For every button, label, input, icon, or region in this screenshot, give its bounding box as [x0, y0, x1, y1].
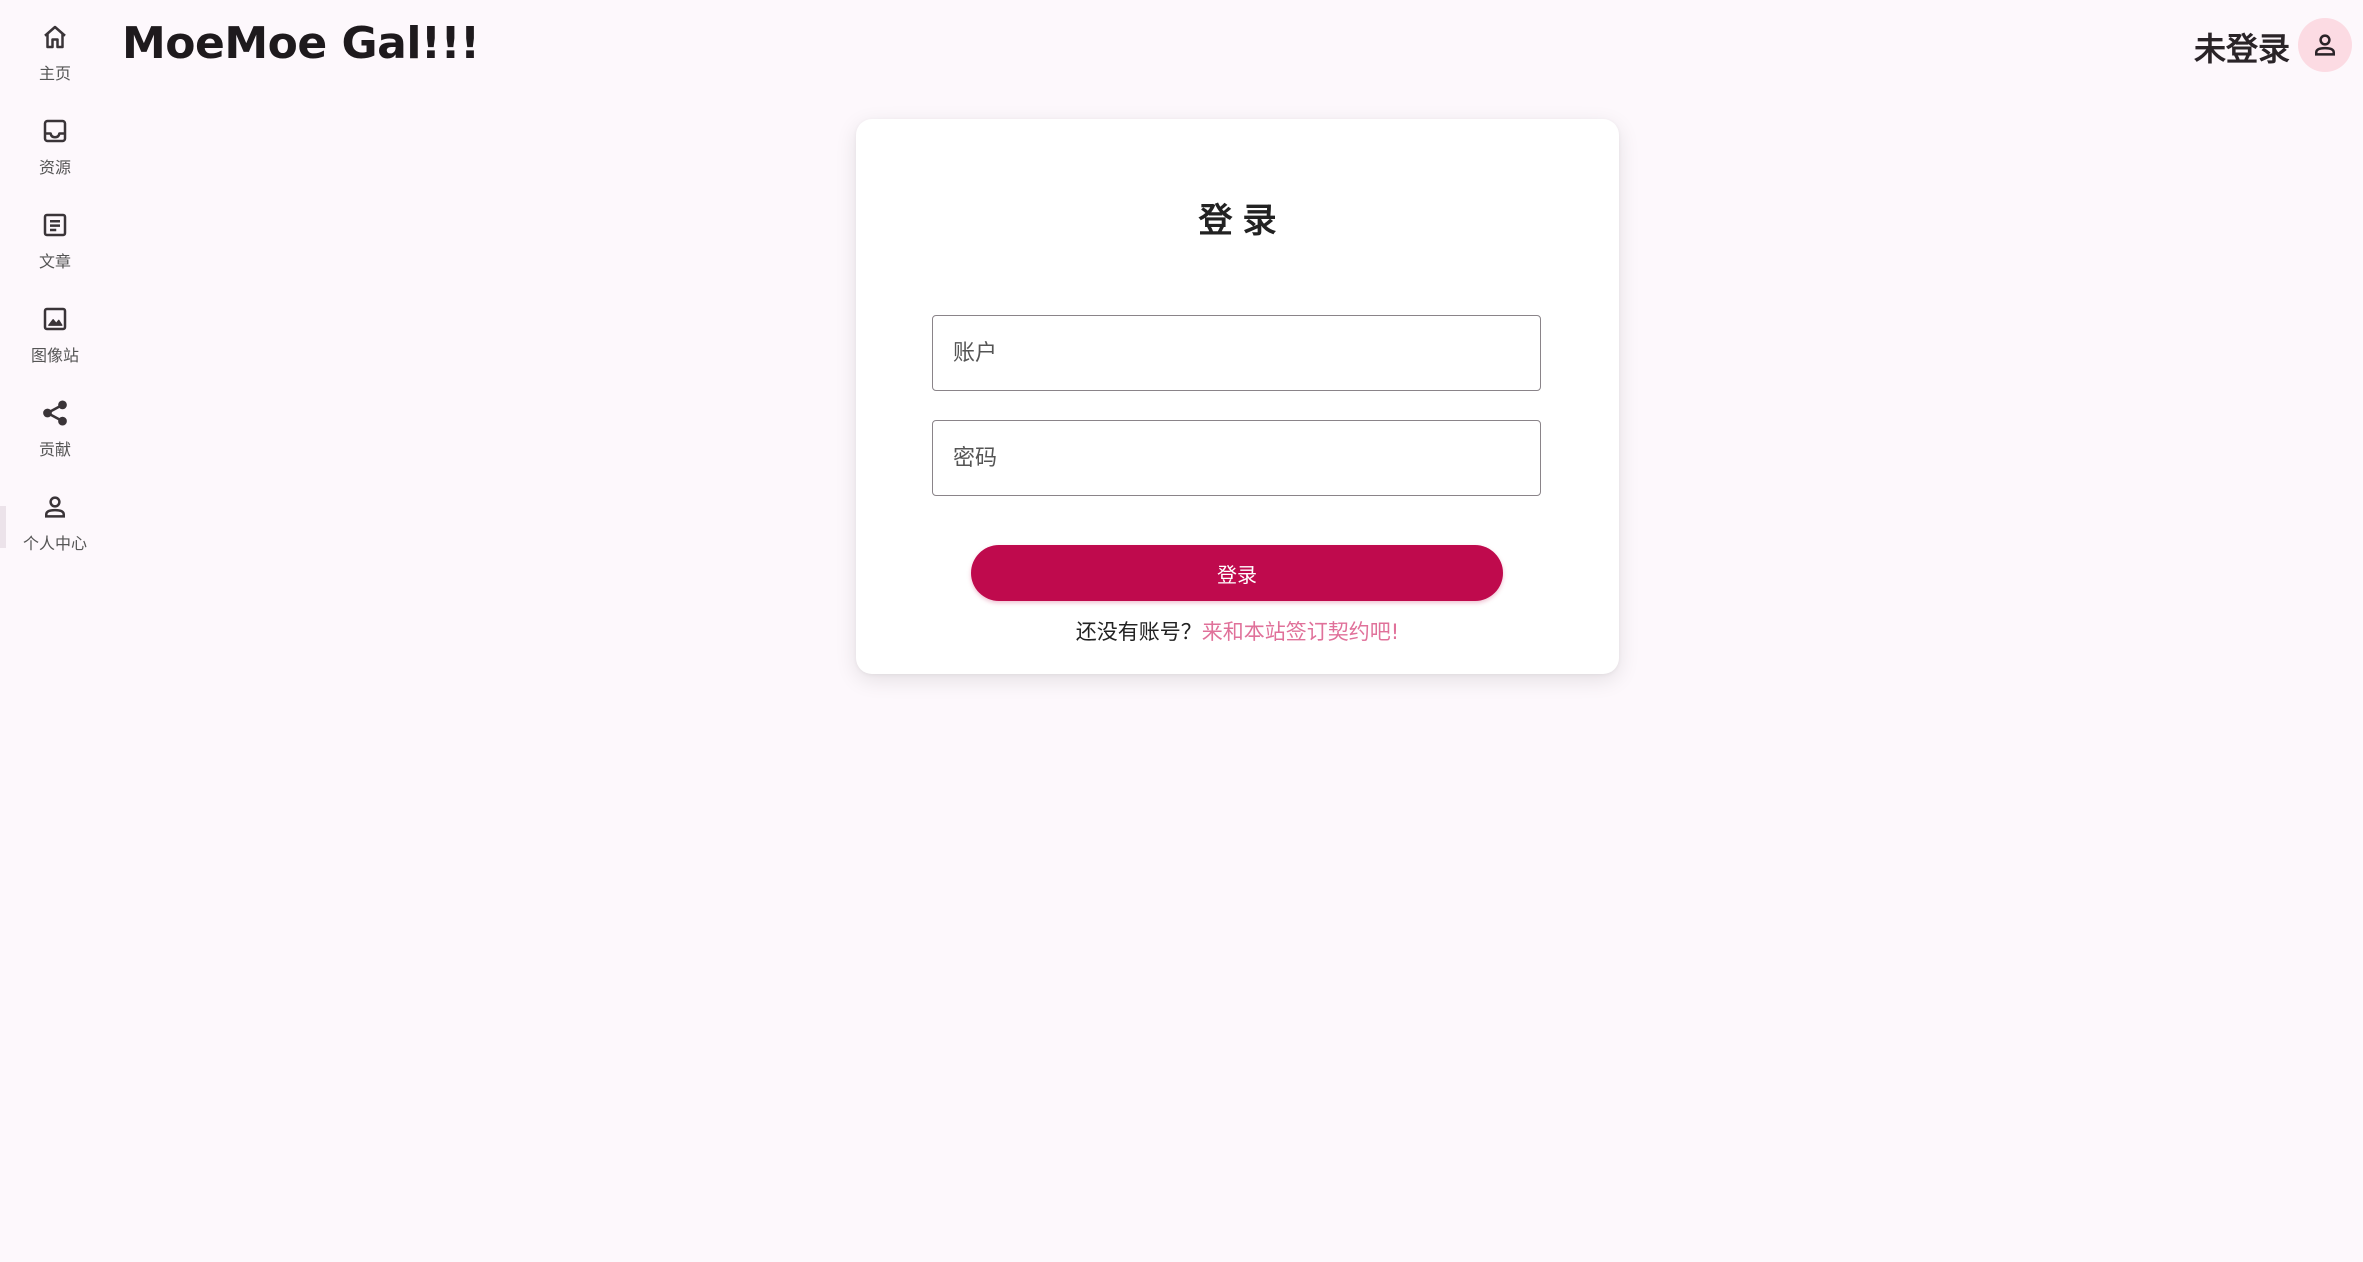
register-prompt: 还没有账号？	[1075, 620, 1202, 644]
login-status-text: 未登录	[2193, 30, 2290, 68]
sidebar-item-label: 主页	[38, 64, 71, 83]
article-icon	[40, 210, 70, 240]
sidebar-item-label: 贡献	[38, 440, 71, 459]
login-title: 登录	[1198, 201, 1287, 241]
password-input[interactable]	[933, 421, 1540, 495]
password-field[interactable]	[932, 420, 1541, 496]
register-line: 还没有账号？来和本站签订契约吧!	[856, 616, 1619, 646]
app-title[interactable]: MoeMoe Gal!!!	[122, 18, 480, 69]
sidebar-nav: 主页 资源 文章 图像站 贡献 个人中心	[0, 0, 110, 1262]
person-icon	[2310, 30, 2340, 60]
avatar-button[interactable]	[2298, 18, 2352, 72]
account-field[interactable]	[932, 315, 1541, 391]
sidebar-item-articles[interactable]: 文章	[0, 210, 110, 296]
sidebar-item-gallery[interactable]: 图像站	[0, 304, 110, 390]
register-link[interactable]: 来和本站签订契约吧!	[1202, 620, 1399, 644]
person-icon	[40, 492, 70, 522]
image-icon	[40, 304, 70, 334]
sidebar-item-label: 个人中心	[22, 534, 87, 553]
share-icon	[40, 398, 70, 428]
sidebar-item-home[interactable]: 主页	[0, 22, 110, 108]
inbox-icon	[40, 116, 70, 146]
sidebar-item-label: 资源	[38, 158, 71, 177]
sidebar-item-contribute[interactable]: 贡献	[0, 398, 110, 484]
sidebar-item-resources[interactable]: 资源	[0, 116, 110, 202]
sidebar-item-label: 图像站	[30, 346, 79, 365]
home-icon	[40, 22, 70, 52]
sidebar-item-profile[interactable]: 个人中心	[0, 492, 110, 578]
account-input[interactable]	[933, 316, 1540, 390]
sidebar-item-label: 文章	[38, 252, 71, 271]
login-button[interactable]: 登录	[971, 545, 1503, 601]
login-card: 登录 登录 还没有账号？来和本站签订契约吧!	[856, 119, 1619, 674]
